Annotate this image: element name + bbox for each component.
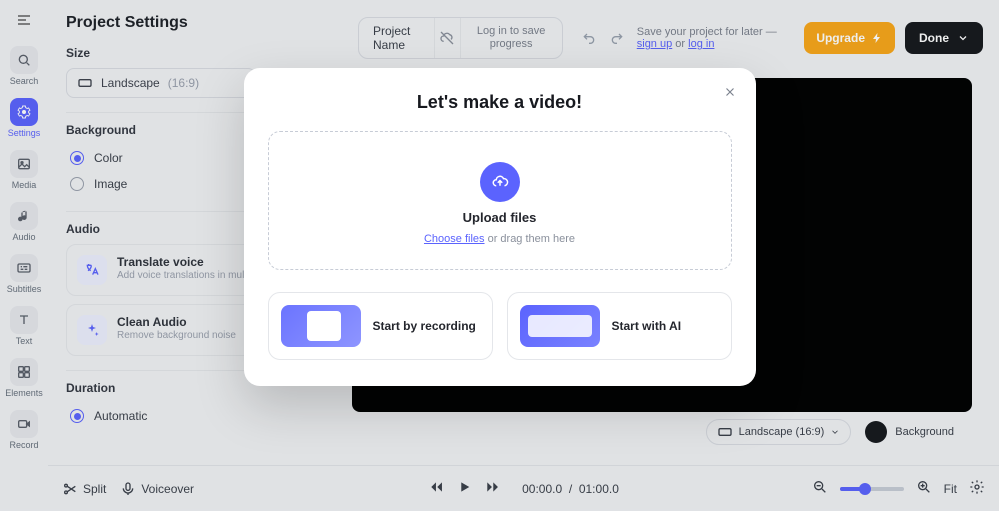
ai-label: Start with AI (612, 319, 682, 333)
choose-files-link[interactable]: Choose files (424, 233, 485, 245)
start-ai-card[interactable]: Start with AI (507, 292, 732, 360)
upload-sub: Choose files or drag them here (424, 233, 575, 245)
start-modal: Let's make a video! Upload files Choose … (244, 68, 756, 386)
ai-thumb-icon (520, 305, 600, 347)
close-icon (723, 85, 737, 99)
recording-thumb-icon (281, 305, 361, 347)
modal-title: Let's make a video! (268, 92, 732, 113)
modal-overlay[interactable]: Let's make a video! Upload files Choose … (0, 0, 999, 511)
recording-label: Start by recording (373, 319, 476, 333)
upload-title: Upload files (463, 210, 537, 225)
close-button[interactable] (718, 80, 742, 104)
start-recording-card[interactable]: Start by recording (268, 292, 493, 360)
upload-dropzone[interactable]: Upload files Choose files or drag them h… (268, 131, 732, 270)
upload-icon (480, 162, 520, 202)
